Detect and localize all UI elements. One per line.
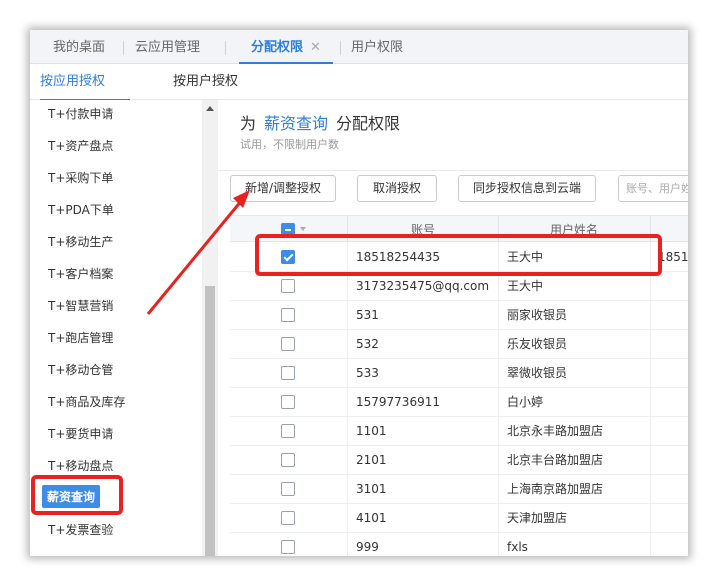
annotation-arrow (146, 190, 250, 315)
app-window: 我的桌面 云应用管理 分配权限 ✕ 用户权限 按应用授权 按用户授权 T+付款申请… (30, 30, 688, 556)
arrow-line (146, 199, 244, 315)
arrow-head (233, 190, 250, 208)
